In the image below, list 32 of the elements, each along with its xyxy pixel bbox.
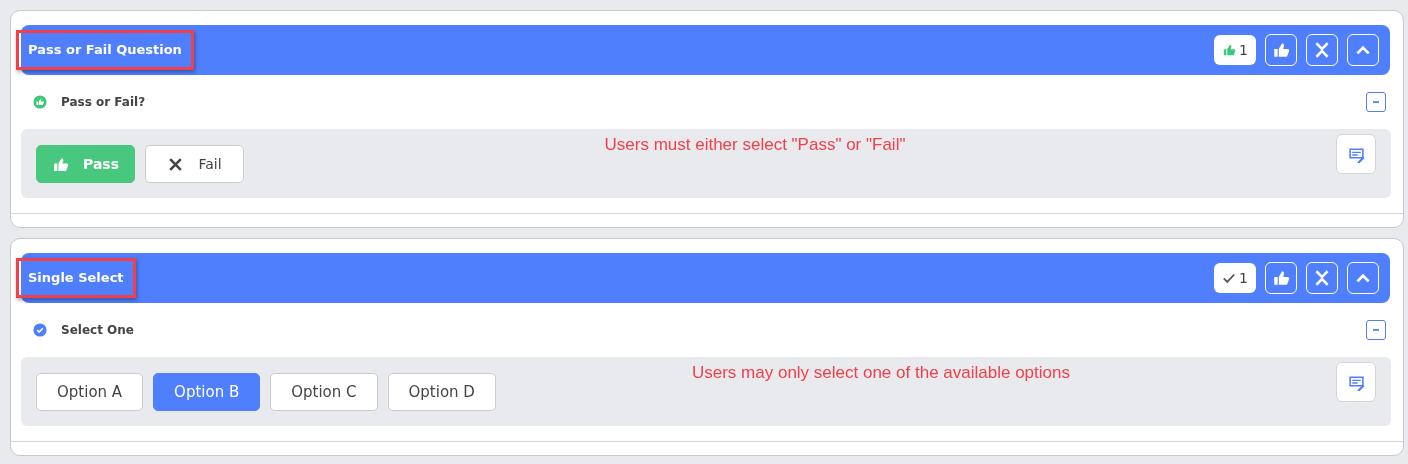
fail-button[interactable]: Fail	[145, 145, 244, 183]
option-button[interactable]: Option C	[270, 373, 378, 411]
option-button[interactable]: Option D	[387, 373, 496, 411]
thumbs-up-icon	[1222, 43, 1237, 57]
thumbs-up-icon	[1272, 269, 1290, 287]
minimize-button[interactable]	[1366, 320, 1386, 340]
question-label: Select One	[61, 323, 135, 337]
collapse-all-button[interactable]	[1306, 34, 1338, 66]
collapse-button[interactable]	[1347, 34, 1379, 66]
answer-count-badge: 1	[1214, 263, 1256, 293]
section-title: Pass or Fail Question	[16, 30, 194, 70]
thumbs-up-button[interactable]	[1265, 262, 1297, 294]
thumbs-up-icon	[1272, 41, 1290, 59]
check-circle-icon	[33, 323, 47, 337]
edit-icon	[1347, 145, 1365, 163]
option-button[interactable]: Option A	[36, 373, 144, 411]
annotation-text: Users must either select "Pass" or "Fail"	[603, 135, 907, 155]
edit-button[interactable]	[1336, 134, 1376, 174]
edit-icon	[1347, 373, 1365, 391]
thumbs-up-button[interactable]	[1265, 34, 1297, 66]
minimize-button[interactable]	[1366, 92, 1386, 112]
check-icon	[1222, 271, 1237, 285]
collapse-button[interactable]	[1347, 262, 1379, 294]
question-label: Pass or Fail?	[61, 95, 147, 109]
option-button[interactable]: Option B	[153, 373, 261, 411]
thumbs-up-icon	[33, 95, 47, 109]
annotation-text: Users may only select one of the available options	[690, 363, 1071, 383]
edit-button[interactable]	[1336, 362, 1376, 402]
section-title: Single Select	[16, 258, 136, 298]
answer-count-badge: 1	[1214, 35, 1256, 65]
collapse-all-button[interactable]	[1306, 262, 1338, 294]
thumbs-up-icon	[52, 155, 69, 173]
